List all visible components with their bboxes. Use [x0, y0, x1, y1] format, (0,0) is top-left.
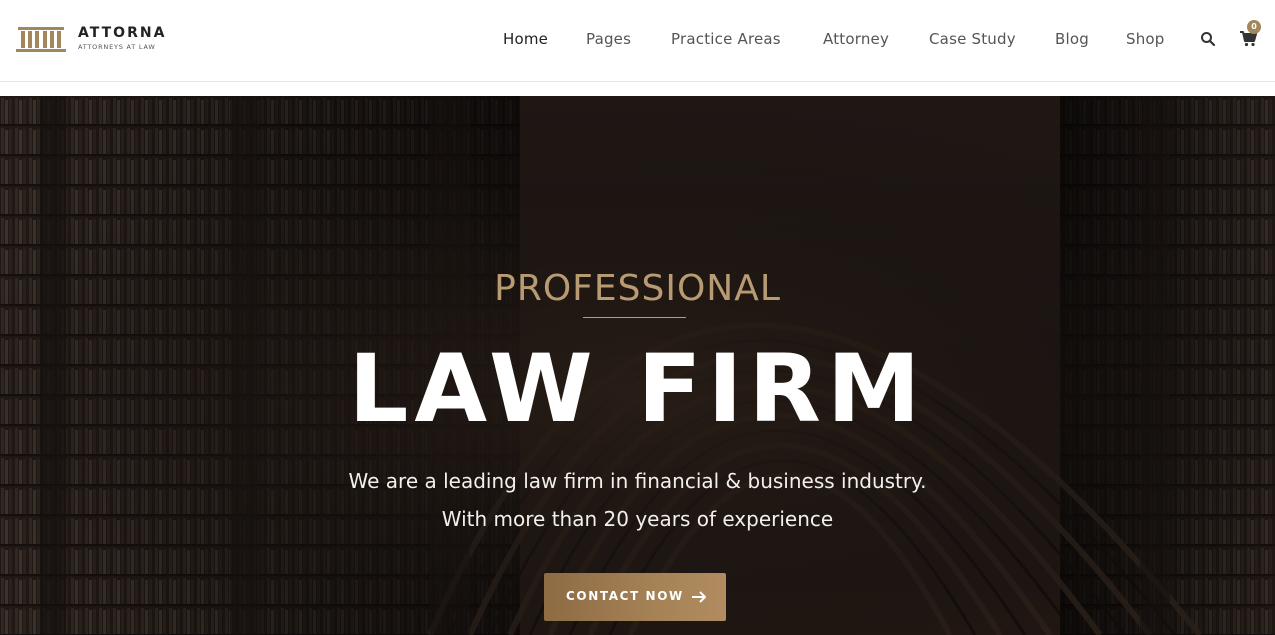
nav-attorney[interactable]: Attorney — [823, 30, 889, 48]
hero-content: PROFESSIONAL LAW FIRM We are a leading l… — [0, 96, 1275, 635]
cart-count-badge: 0 — [1247, 20, 1261, 34]
nav-case-study[interactable]: Case Study — [929, 30, 1016, 48]
logo-tagline: ATTORNEYS AT LAW — [78, 43, 156, 51]
nav-practice-areas[interactable]: Practice Areas — [671, 30, 781, 48]
hero-description-line-2: With more than 20 years of experience — [441, 507, 834, 531]
search-icon[interactable] — [1200, 31, 1216, 47]
nav-home[interactable]: Home — [503, 30, 548, 48]
hero-divider — [583, 317, 686, 318]
logo-name: ATTORNA — [78, 25, 167, 41]
hero-eyebrow: PROFESSIONAL — [494, 268, 781, 309]
nav-shop[interactable]: Shop — [1126, 30, 1165, 48]
courthouse-columns-icon — [16, 27, 66, 52]
nav-blog[interactable]: Blog — [1055, 30, 1089, 48]
contact-now-button[interactable]: CONTACT NOW — [544, 573, 726, 621]
hero-section: PROFESSIONAL LAW FIRM We are a leading l… — [0, 96, 1275, 635]
arrow-right-icon — [692, 591, 706, 603]
nav-pages[interactable]: Pages — [586, 30, 631, 48]
contact-now-label: CONTACT NOW — [566, 589, 684, 603]
site-header: ATTORNA ATTORNEYS AT LAW Home Pages Prac… — [0, 0, 1275, 82]
hero-description-line-1: We are a leading law firm in financial &… — [348, 469, 927, 493]
hero-title: LAW FIRM — [348, 335, 927, 444]
